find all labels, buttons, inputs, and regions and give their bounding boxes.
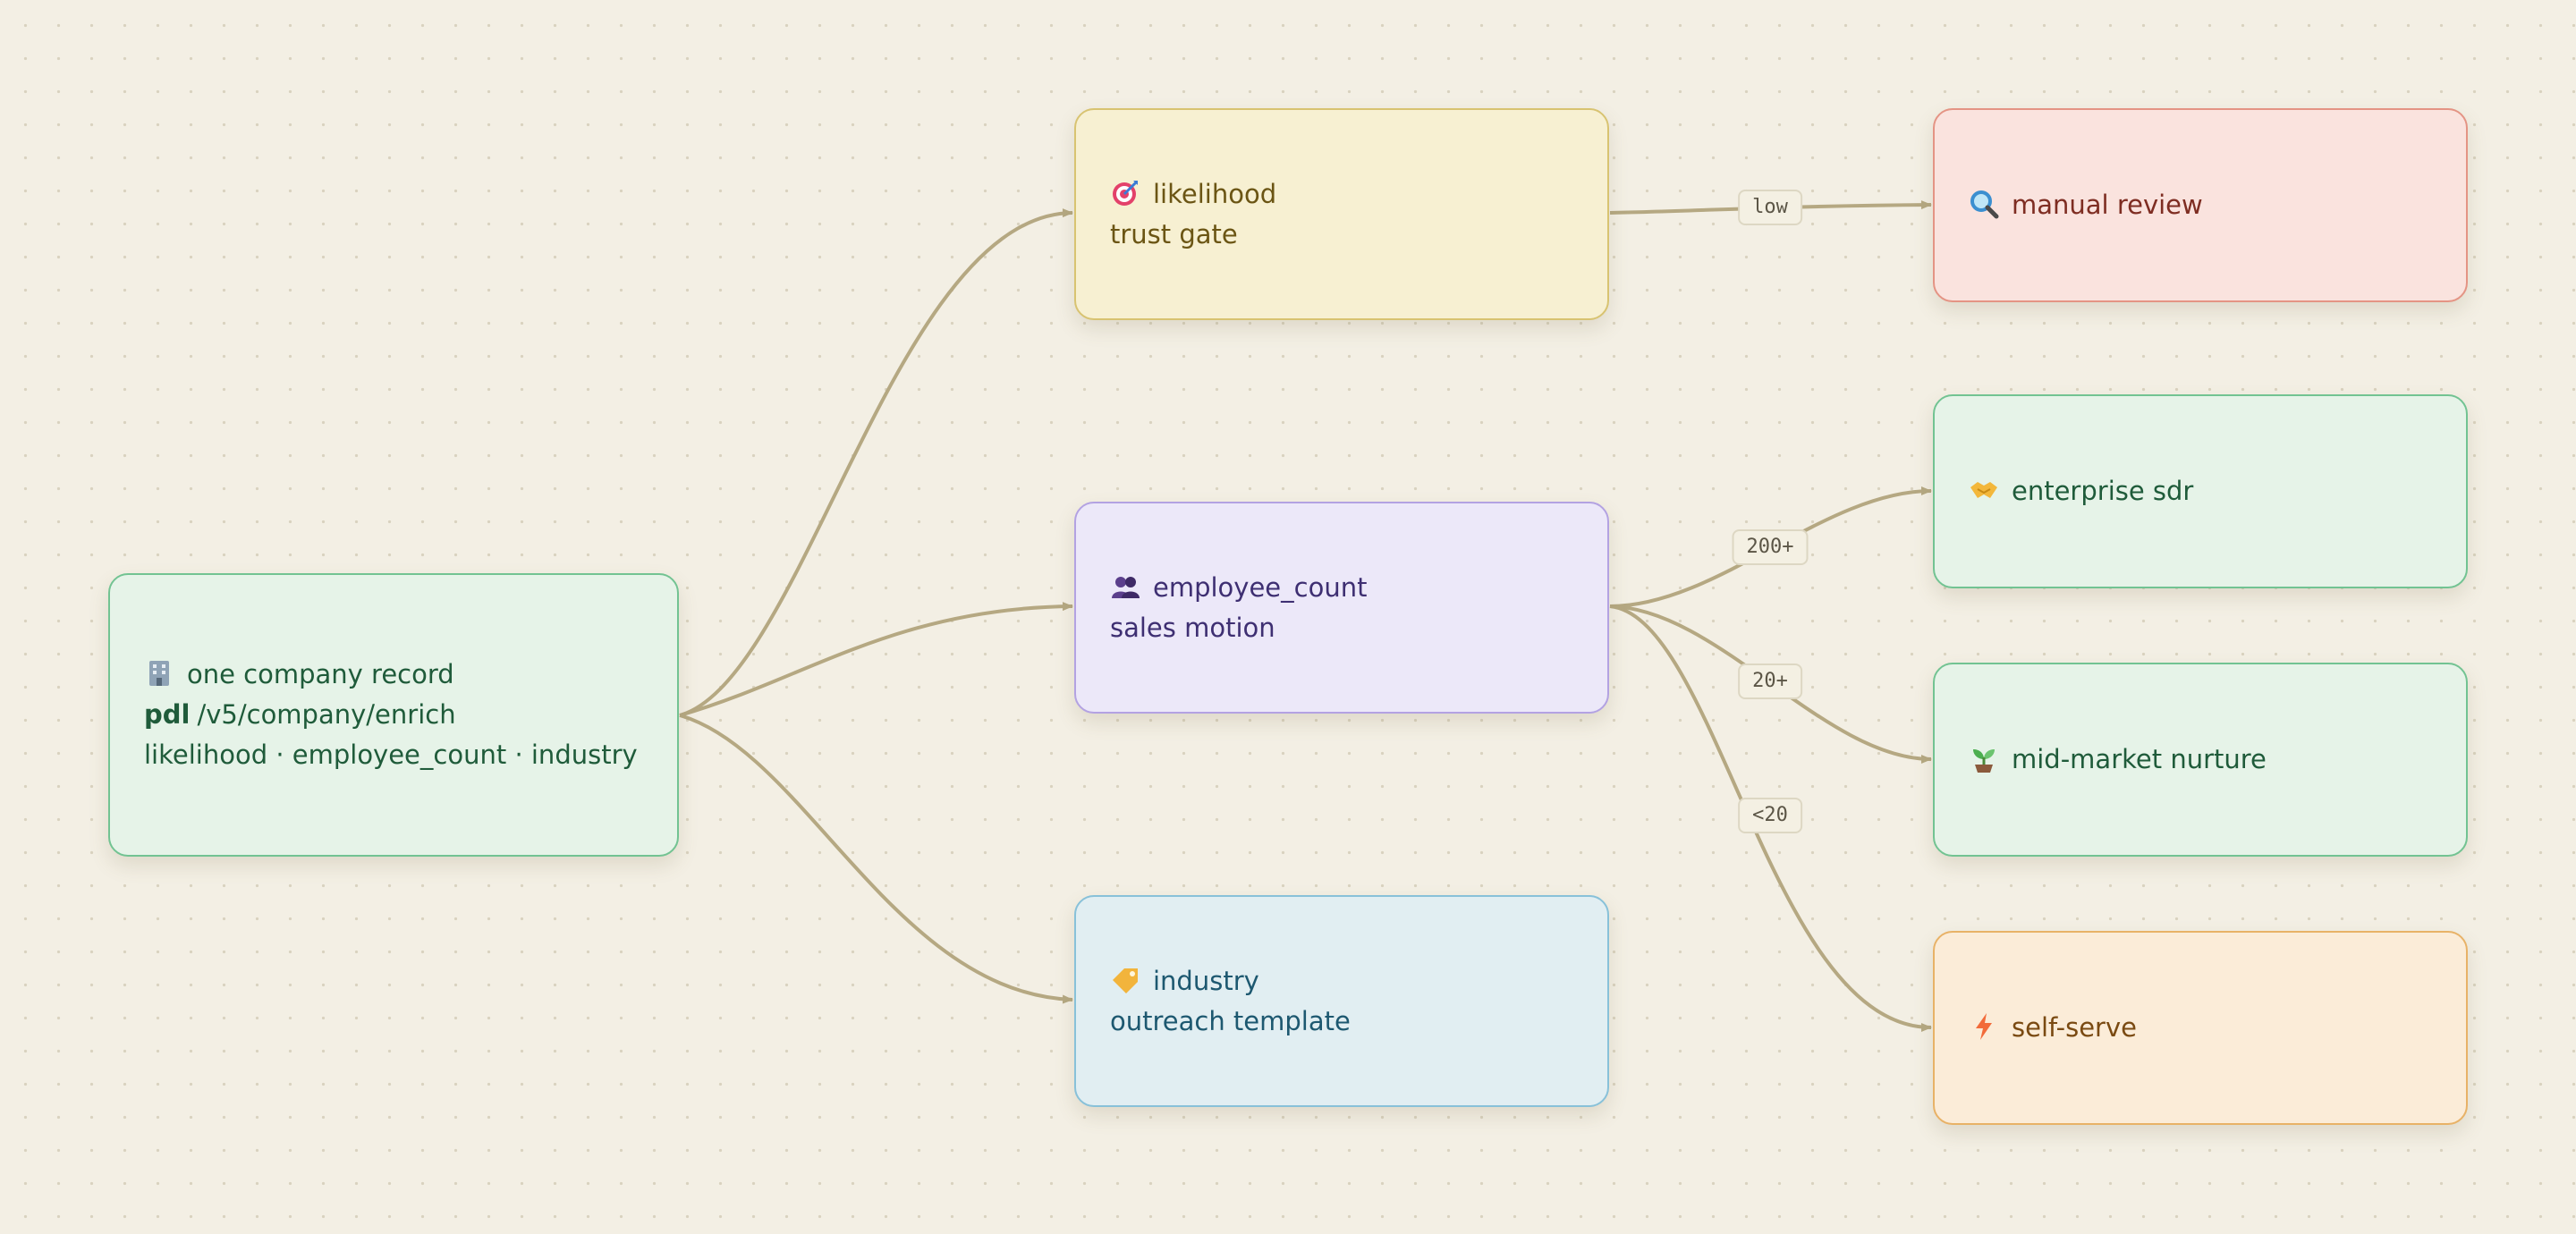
source-api-path: /v5/company/enrich bbox=[197, 699, 456, 730]
node-enterprise-sdr[interactable]: enterprise sdr bbox=[1933, 394, 2468, 588]
employee-title-line: employee_count bbox=[1110, 568, 1573, 608]
edge-source-to-employee bbox=[679, 602, 1073, 717]
node-likelihood[interactable]: likelihood trust gate bbox=[1074, 108, 1609, 320]
lightning-icon bbox=[1969, 1011, 1999, 1042]
handshake-icon bbox=[1969, 475, 1999, 505]
seedling-icon bbox=[1969, 743, 1999, 773]
edge-source-to-industry bbox=[679, 714, 1073, 1004]
midmarket-title-line: mid-market nurture bbox=[1969, 740, 2432, 780]
edge-label-200-plus: 200+ bbox=[1732, 529, 1809, 565]
manual-title-line: manual review bbox=[1969, 185, 2432, 225]
enterprise-title: enterprise sdr bbox=[2012, 476, 2194, 506]
node-mid-market-nurture[interactable]: mid-market nurture bbox=[1933, 663, 2468, 857]
node-manual-review[interactable]: manual review bbox=[1933, 108, 2468, 302]
source-title-line: one company record bbox=[144, 655, 643, 695]
edge-label-low: low bbox=[1738, 190, 1802, 225]
employee-subtitle: sales motion bbox=[1110, 612, 1275, 643]
node-industry[interactable]: industry outreach template bbox=[1074, 895, 1609, 1107]
employee-title: employee_count bbox=[1153, 571, 1368, 603]
source-fields: likelihood · employee_count · industry bbox=[144, 740, 638, 770]
source-title: one company record bbox=[187, 659, 454, 689]
likelihood-title: likelihood bbox=[1153, 178, 1277, 209]
node-self-serve[interactable]: self-serve bbox=[1933, 931, 2468, 1125]
industry-title: industry bbox=[1153, 965, 1259, 996]
office-building-icon bbox=[144, 658, 174, 689]
selfserve-title-line: self-serve bbox=[1969, 1008, 2432, 1048]
target-icon bbox=[1110, 178, 1140, 208]
node-one-company-record[interactable]: one company record pdl/v5/company/enrich… bbox=[108, 573, 679, 857]
industry-title-line: industry bbox=[1110, 961, 1573, 1002]
tag-icon bbox=[1110, 965, 1140, 995]
enterprise-title-line: enterprise sdr bbox=[1969, 471, 2432, 511]
source-api-line: pdl/v5/company/enrich bbox=[144, 695, 643, 735]
people-icon bbox=[1110, 571, 1140, 602]
node-employee-count[interactable]: employee_count sales motion bbox=[1074, 502, 1609, 714]
pdl-logo: pdl bbox=[144, 699, 191, 730]
industry-subtitle: outreach template bbox=[1110, 1005, 1351, 1036]
magnifier-icon bbox=[1969, 189, 1999, 219]
likelihood-title-line: likelihood bbox=[1110, 174, 1573, 215]
midmarket-title: mid-market nurture bbox=[2012, 744, 2267, 774]
edge-source-to-likelihood bbox=[679, 208, 1073, 717]
edge-label-20-plus: 20+ bbox=[1738, 663, 1802, 699]
manual-title: manual review bbox=[2012, 190, 2203, 220]
likelihood-subtitle: trust gate bbox=[1110, 218, 1238, 249]
edge-label-under-20: <20 bbox=[1738, 798, 1802, 833]
selfserve-title: self-serve bbox=[2012, 1012, 2137, 1043]
